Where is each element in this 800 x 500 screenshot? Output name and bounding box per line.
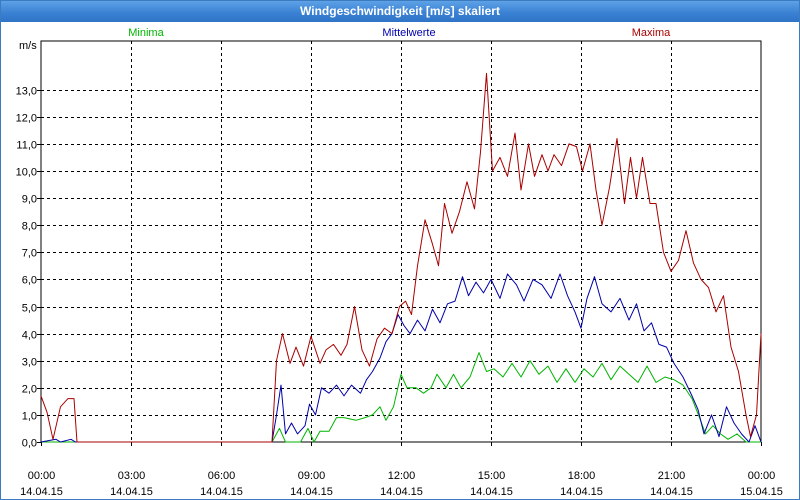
- y-tick-label: 11,0: [16, 140, 37, 152]
- x-tick-label-date: 14.04.15: [110, 486, 153, 498]
- y-tick-label: 2,0: [22, 384, 37, 396]
- x-tick-label-date: 14.04.15: [560, 486, 603, 498]
- x-tick-label-time: 00:00: [28, 470, 56, 482]
- y-tick-label: 9,0: [22, 194, 37, 206]
- x-tick-label-time: 06:00: [208, 470, 236, 482]
- y-tick-label: 13,0: [16, 86, 37, 98]
- x-tick-label-date: 14.04.15: [470, 486, 513, 498]
- legend-minima: Minima: [128, 27, 164, 39]
- y-tick-label: 0,0: [22, 438, 37, 450]
- x-tick-label-time: 21:00: [658, 470, 686, 482]
- y-tick-label: 5,0: [22, 303, 37, 315]
- y-tick-label: 4,0: [22, 330, 37, 342]
- window-title: Windgeschwindigkeit [m/s] skaliert: [1, 1, 799, 22]
- x-tick-label-date: 15.04.15: [740, 486, 783, 498]
- legend-mittelwerte: Mittelwerte: [382, 27, 435, 39]
- x-tick-label-date: 14.04.15: [20, 486, 63, 498]
- legend-maxima: Maxima: [632, 27, 671, 39]
- x-tick-label-time: 03:00: [118, 470, 146, 482]
- y-tick-label: 3,0: [22, 357, 37, 369]
- x-tick-label-time: 18:00: [568, 470, 596, 482]
- x-tick-label-date: 14.04.15: [200, 486, 243, 498]
- x-tick-label-date: 14.04.15: [380, 486, 423, 498]
- y-tick-label: 8,0: [22, 221, 37, 233]
- y-tick-label: 10,0: [16, 167, 37, 179]
- chart-window: Windgeschwindigkeit [m/s] skaliert 0,0 1,…: [0, 0, 800, 500]
- x-tick-label-time: 15:00: [478, 470, 506, 482]
- x-tick-label-date: 14.04.15: [290, 486, 333, 498]
- x-tick-label-time: 12:00: [388, 470, 416, 482]
- x-tick-label-time: 00:00: [748, 470, 776, 482]
- wind-speed-chart: 0,0 1,0 2,0 3,0 4,0 5,0 6,0 7,0 8,0 9,0 10,0 11,0 12…: [16, 27, 783, 498]
- y-tick-label: 1,0: [22, 411, 37, 423]
- x-tick-label-date: 14.04.15: [650, 486, 693, 498]
- x-tick-label-time: 09:00: [298, 470, 326, 482]
- y-tick-label: 6,0: [22, 275, 37, 287]
- y-tick-label: 7,0: [22, 248, 37, 260]
- y-tick-label: 12,0: [16, 113, 37, 125]
- y-axis-label: m/s: [19, 40, 37, 52]
